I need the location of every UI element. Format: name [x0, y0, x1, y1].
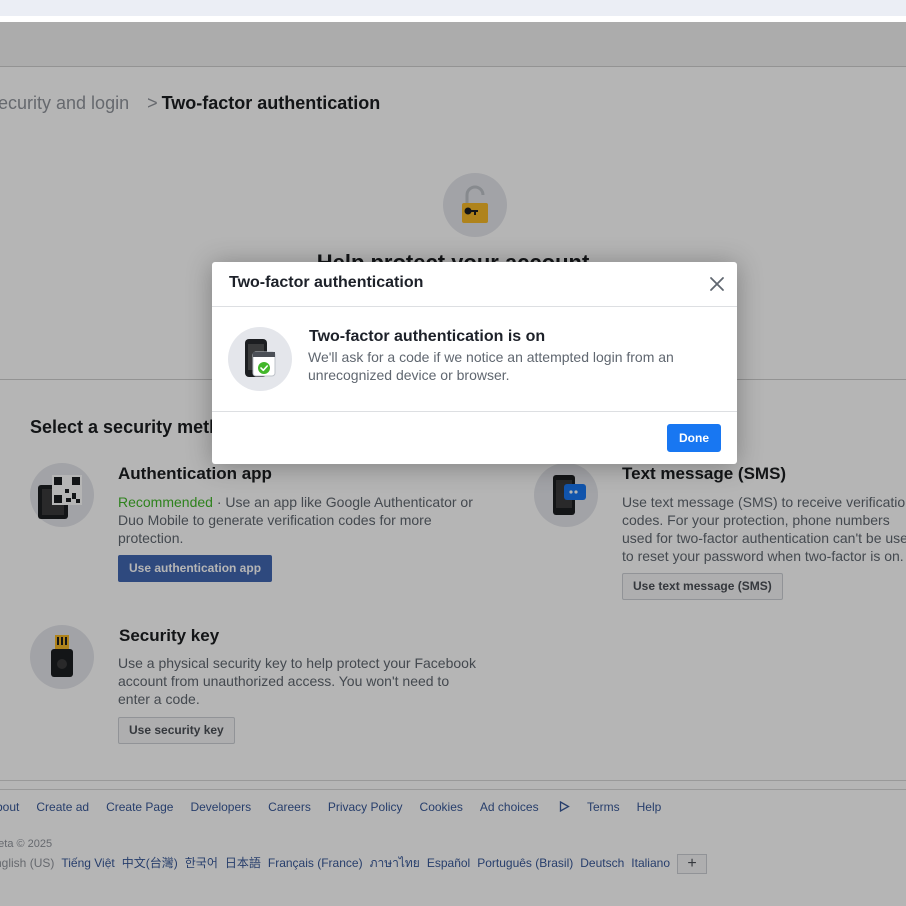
dialog-heading: Two-factor authentication is on	[309, 328, 546, 345]
dialog-footer-divider	[212, 411, 737, 412]
settings-page: Security and login > Two-factor authentica…	[0, 22, 906, 906]
dialog-body: We'll ask for a code if we notice an att…	[308, 349, 674, 383]
phone-check-icon	[228, 327, 292, 391]
dialog-title: Two-factor authentication	[229, 274, 424, 291]
modal-overlay[interactable]	[0, 22, 906, 906]
two-factor-dialog: Two-factor authentication Two-factor aut…	[212, 262, 737, 464]
browser-chrome	[0, 0, 906, 16]
close-icon[interactable]	[707, 274, 727, 294]
done-button[interactable]: Done	[667, 424, 721, 452]
